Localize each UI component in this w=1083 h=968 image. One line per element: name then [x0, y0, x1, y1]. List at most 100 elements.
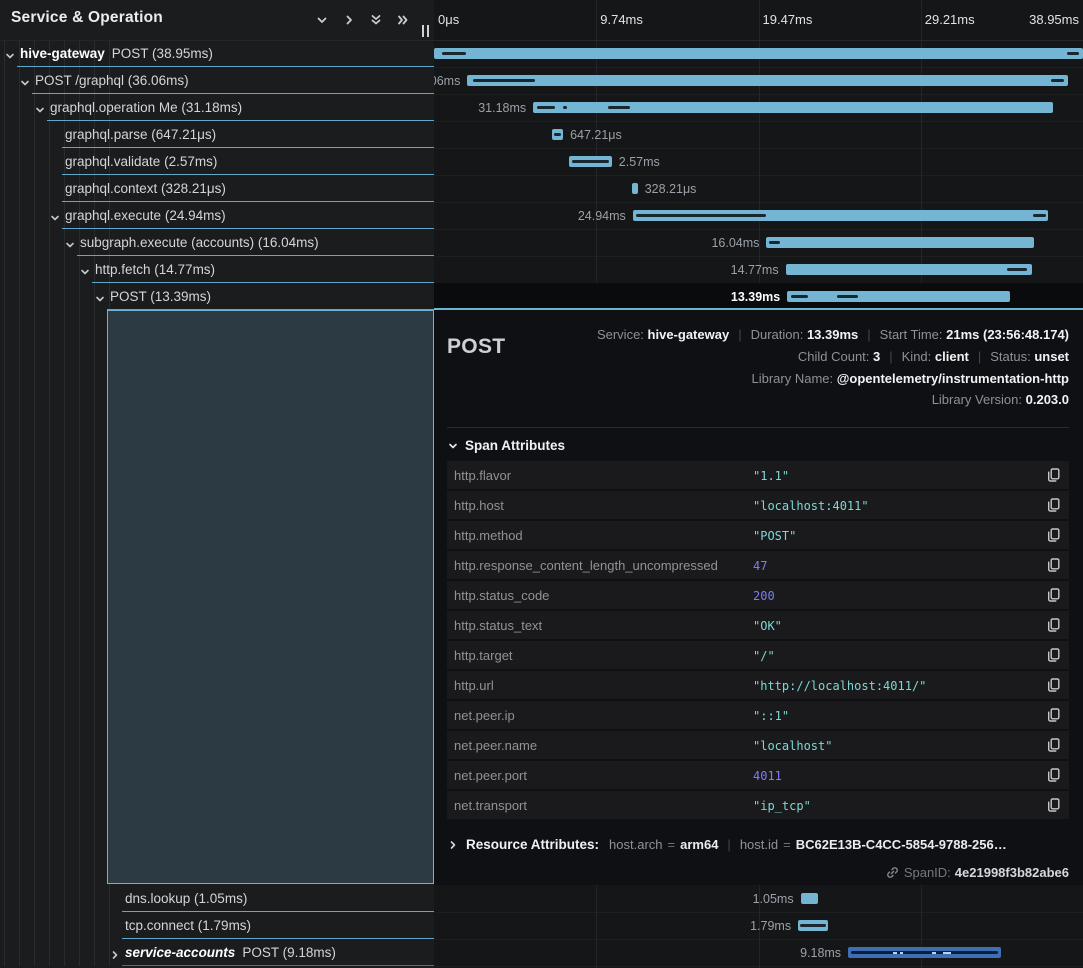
double-chevron-down-icon[interactable]	[369, 13, 383, 27]
span-bar[interactable]	[533, 102, 1053, 113]
tree-row-label: graphql.context (328.21μs)	[65, 181, 226, 196]
copy-icon[interactable]	[1047, 738, 1060, 752]
attribute-value: "OK"	[753, 619, 782, 633]
timeline-row[interactable]: 328.21μs	[434, 175, 1083, 203]
copy-icon[interactable]	[1047, 648, 1060, 662]
resource-attributes-header: Resource Attributes:	[466, 837, 599, 852]
span-bar[interactable]	[787, 291, 1010, 302]
copy-icon[interactable]	[1047, 768, 1060, 782]
copy-icon[interactable]	[1047, 498, 1060, 512]
tree-row[interactable]: service-accountsPOST (9.18ms)	[0, 939, 434, 966]
separator: |	[738, 327, 741, 342]
timeline-row[interactable]: 31.18ms	[434, 94, 1083, 122]
attribute-row: net.transport"ip_tcp"	[447, 791, 1069, 819]
tree-row[interactable]: dns.lookup (1.05ms)	[0, 885, 434, 912]
attribute-key: net.peer.ip	[454, 708, 515, 723]
span-bar[interactable]	[632, 183, 637, 194]
copy-icon[interactable]	[1047, 798, 1060, 812]
resource-value: BC62E13B-C4CC-5854-9788-256…	[796, 837, 1007, 852]
span-bar[interactable]	[569, 156, 612, 167]
tree-row[interactable]: graphql.parse (647.21μs)	[0, 121, 434, 148]
span-bar[interactable]	[434, 48, 1083, 59]
span-bar[interactable]	[848, 947, 1001, 958]
tree-row[interactable]: graphql.context (328.21μs)	[0, 175, 434, 202]
chevron-down-icon[interactable]	[315, 13, 329, 27]
double-chevron-right-icon[interactable]	[396, 13, 410, 27]
chevron-down-icon[interactable]	[65, 237, 75, 247]
tree-row-label: graphql.execute (24.94ms)	[65, 208, 226, 223]
tree-row[interactable]: graphql.operation Me (31.18ms)	[0, 94, 434, 121]
copy-icon[interactable]	[1047, 468, 1060, 482]
chevron-right-icon	[448, 840, 458, 850]
tree-row[interactable]: POST (13.39ms)	[0, 283, 434, 310]
copy-icon[interactable]	[1047, 588, 1060, 602]
attribute-key: http.response_content_length_uncompresse…	[454, 558, 718, 573]
duration-label: 24.94ms	[578, 209, 626, 223]
span-self-time-mark	[837, 295, 858, 298]
span-title: POST	[447, 335, 505, 359]
tree-row[interactable]: graphql.execute (24.94ms)	[0, 202, 434, 229]
duration-label: 16.04ms	[711, 236, 759, 250]
attribute-row: net.peer.port4011	[447, 761, 1069, 789]
span-self-time-mark	[537, 106, 555, 109]
chevron-down-icon[interactable]	[50, 210, 60, 220]
timeline-row[interactable]: 14.77ms	[434, 256, 1083, 284]
summary-value: 3	[873, 349, 880, 364]
span-attributes-toggle[interactable]: Span Attributes	[448, 437, 565, 455]
copy-icon[interactable]	[1047, 528, 1060, 542]
span-bar[interactable]	[633, 210, 1049, 221]
link-icon[interactable]	[886, 866, 899, 879]
timeline-row[interactable]: 1.05ms	[434, 885, 1083, 913]
span-self-time-mark	[1051, 79, 1064, 82]
timeline-row[interactable]: 647.21μs	[434, 121, 1083, 149]
resource-key: host.id	[740, 837, 778, 852]
chevron-down-icon[interactable]	[95, 291, 105, 301]
timeline-row[interactable]: 13.39ms	[434, 283, 1083, 311]
copy-icon[interactable]	[1047, 618, 1060, 632]
span-summary-line: Library Name: @opentelemetry/instrumenta…	[597, 368, 1069, 390]
copy-icon[interactable]	[1047, 678, 1060, 692]
timeline-row[interactable]: 36.06ms	[434, 67, 1083, 95]
attribute-row: http.status_text"OK"	[447, 611, 1069, 639]
attribute-value: "POST"	[753, 529, 796, 543]
panel-resize-handle[interactable]	[422, 25, 429, 37]
chevron-down-icon[interactable]	[35, 102, 45, 112]
timeline-row[interactable]: 2.57ms	[434, 148, 1083, 176]
tree-row[interactable]: POST /graphql (36.06ms)	[0, 67, 434, 94]
summary-value: @opentelemetry/instrumentation-http	[837, 371, 1069, 386]
attribute-key: http.target	[454, 648, 513, 663]
chevron-down-icon[interactable]	[80, 264, 90, 274]
summary-value: 13.39ms	[807, 327, 858, 342]
span-bar[interactable]	[798, 920, 828, 931]
summary-value: 21ms (23:56:48.174)	[946, 327, 1069, 342]
tree-row[interactable]: graphql.validate (2.57ms)	[0, 148, 434, 175]
timeline-row[interactable]: 1.79ms	[434, 912, 1083, 940]
chevron-down-icon	[448, 441, 458, 451]
timeline-tick-label: 0μs	[438, 12, 459, 27]
tree-row[interactable]: hive-gatewayPOST (38.95ms)	[0, 40, 434, 67]
copy-icon[interactable]	[1047, 558, 1060, 572]
chevron-down-icon[interactable]	[5, 48, 15, 58]
tree-row[interactable]: subgraph.execute (accounts) (16.04ms)	[0, 229, 434, 256]
span-self-time-mark	[800, 924, 826, 927]
chevron-down-icon[interactable]	[20, 75, 30, 85]
timeline-row[interactable]: 38.95ms	[434, 40, 1083, 68]
timeline-row[interactable]: 16.04ms	[434, 229, 1083, 257]
span-bar[interactable]	[552, 129, 563, 140]
span-bar[interactable]	[786, 264, 1032, 275]
span-bar[interactable]	[467, 75, 1068, 86]
chevron-right-icon[interactable]	[342, 13, 356, 27]
span-self-time-mark	[608, 106, 630, 109]
span-bar[interactable]	[766, 237, 1033, 248]
tree-row[interactable]: tcp.connect (1.79ms)	[0, 912, 434, 939]
chevron-right-icon[interactable]	[110, 947, 120, 957]
copy-icon[interactable]	[1047, 708, 1060, 722]
summary-value: 0.203.0	[1026, 392, 1069, 407]
timeline-row[interactable]: 9.18ms	[434, 939, 1083, 967]
duration-label: 36.06ms	[434, 74, 460, 88]
timeline-row[interactable]: 24.94ms	[434, 202, 1083, 230]
span-bar[interactable]	[801, 893, 818, 904]
tree-row[interactable]: http.fetch (14.77ms)	[0, 256, 434, 283]
attribute-value: "/"	[753, 649, 775, 663]
resource-attributes-row[interactable]: Resource Attributes:host.arch=arm64|host…	[448, 837, 1007, 852]
